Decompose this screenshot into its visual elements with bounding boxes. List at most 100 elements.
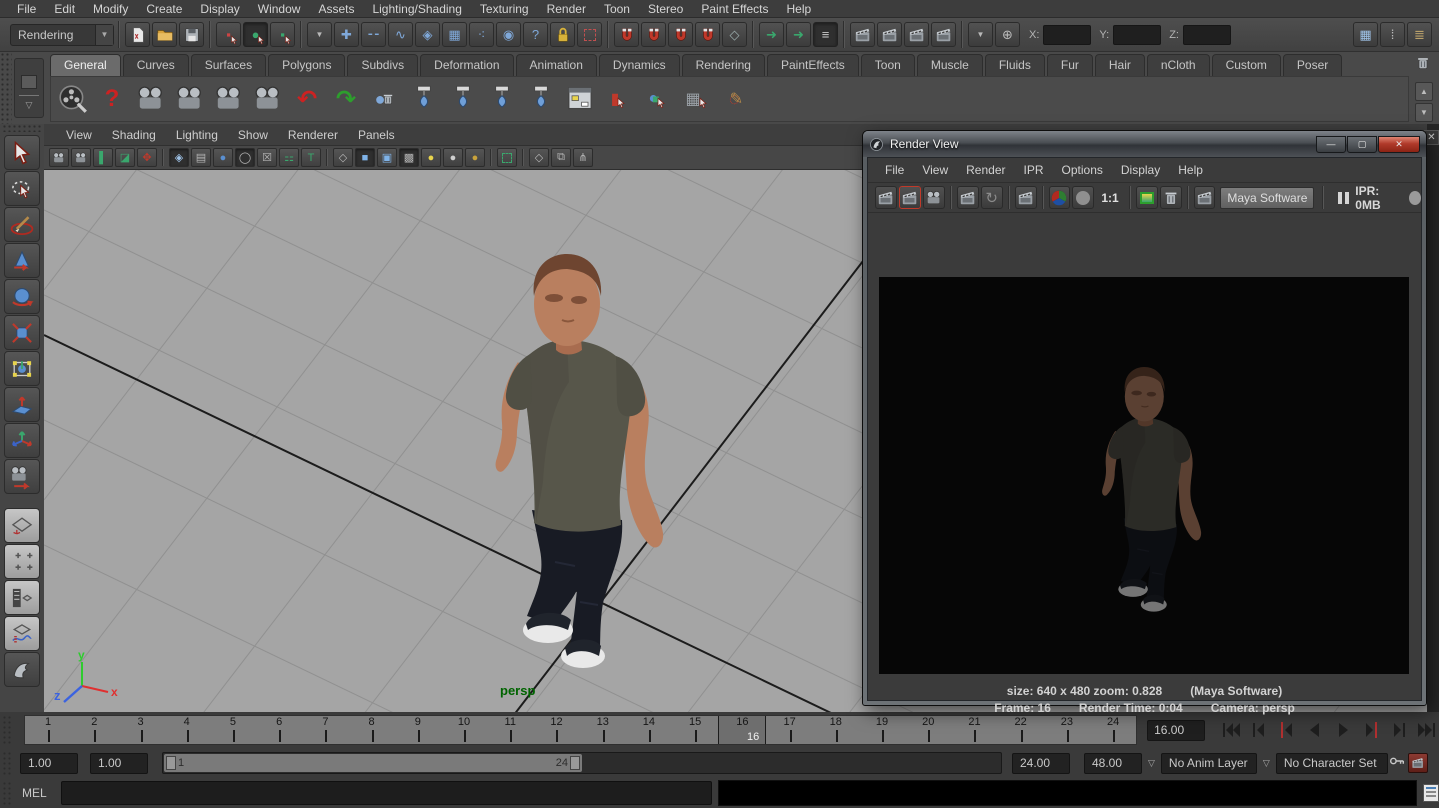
help-icon[interactable]: ? [94, 79, 130, 119]
save-scene-button[interactable] [179, 22, 204, 47]
xray-mode-button[interactable]: ◇ [529, 148, 549, 167]
point-light-icon[interactable] [406, 79, 442, 119]
snap-to-curve-button[interactable] [641, 22, 666, 47]
safe-title-button[interactable]: T [301, 148, 321, 167]
menu-edit[interactable]: Edit [45, 0, 84, 18]
mask-deformations-button[interactable]: ▦ [442, 22, 467, 47]
selection-mask-dropdown[interactable]: ▼ [307, 22, 332, 47]
render-settings-button[interactable] [931, 22, 956, 47]
last-tool-used-button[interactable] [4, 459, 40, 494]
menu-toon[interactable]: Toon [595, 0, 639, 18]
camera-rotate-icon[interactable] [133, 79, 169, 119]
go-to-start-button[interactable] [1219, 719, 1243, 741]
frame-cell[interactable]: 4 [164, 716, 210, 744]
y-coord-input[interactable] [1113, 25, 1161, 45]
playback-range-bar[interactable]: 1 24 [164, 754, 582, 772]
select-shaded-object-icon[interactable]: ●■ [640, 79, 676, 119]
shelf-tab-toon[interactable]: Toon [861, 54, 915, 76]
shelf-tab-dynamics[interactable]: Dynamics [599, 54, 680, 76]
new-scene-button[interactable] [125, 22, 150, 47]
shelf-tab-polygons[interactable]: Polygons [268, 54, 345, 76]
menu-set-selector[interactable]: Rendering ▼ [10, 24, 114, 46]
make-live-button[interactable]: ◇ [722, 22, 747, 47]
outliner-persp-layout-button[interactable] [4, 580, 40, 615]
menu-create[interactable]: Create [137, 0, 191, 18]
mel-command-input[interactable] [61, 781, 712, 805]
menu-lighting-shading[interactable]: Lighting/Shading [363, 0, 470, 18]
output-connections-button[interactable]: ➜ [786, 22, 811, 47]
frame-cell[interactable]: 24 [1090, 716, 1136, 744]
frame-cell[interactable]: 3 [117, 716, 163, 744]
frame-cell[interactable]: 10 [441, 716, 487, 744]
frame-cell[interactable]: 15 [672, 716, 718, 744]
mel-mode-label[interactable]: MEL [22, 786, 47, 800]
select-by-hierarchy-button[interactable]: ▪ [216, 22, 241, 47]
menu-file[interactable]: File [8, 0, 45, 18]
renderer-selector[interactable]: Maya Software [1220, 187, 1314, 209]
frame-cell[interactable]: 14 [626, 716, 672, 744]
range-slider-track[interactable]: 1 24 [162, 752, 1002, 774]
menu-window[interactable]: Window [249, 0, 310, 18]
rv-menu-render[interactable]: Render [957, 163, 1014, 177]
chevron-down-icon[interactable]: ▽ [1263, 758, 1270, 769]
frame-cell[interactable]: 11 [487, 716, 533, 744]
open-render-settings-button[interactable] [1194, 186, 1216, 209]
keep-image-button[interactable] [1136, 186, 1158, 209]
frame-cell[interactable]: 5 [210, 716, 256, 744]
move-tool-button[interactable] [4, 243, 40, 278]
textured-light-button[interactable]: ● [465, 148, 485, 167]
camera-tumble-icon[interactable] [250, 79, 286, 119]
animation-end-field[interactable]: 48.00 [1084, 753, 1142, 774]
frame-cell[interactable]: 1 [25, 716, 71, 744]
display-real-size-button[interactable]: 1:1 [1101, 191, 1118, 205]
paint-selection-tool-button[interactable] [4, 207, 40, 242]
grid-toggle-button[interactable]: ◈ [169, 148, 189, 167]
safe-action-button[interactable]: ⚏ [279, 148, 299, 167]
mask-rendering-button[interactable]: ◉ [496, 22, 521, 47]
x-coord-input[interactable] [1043, 25, 1091, 45]
frame-cell[interactable]: 13 [580, 716, 626, 744]
soft-modification-tool-button[interactable] [4, 387, 40, 422]
menu-render[interactable]: Render [538, 0, 595, 18]
select-by-object-button[interactable]: ● [243, 22, 268, 47]
display-alpha-channel-button[interactable] [1072, 186, 1094, 209]
scale-tool-button[interactable] [4, 315, 40, 350]
current-time-field[interactable]: 16.00 [1147, 720, 1205, 741]
frame-cell[interactable]: 21 [951, 716, 997, 744]
spot-light-icon[interactable] [445, 79, 481, 119]
time-slider[interactable]: 1 2 3 4 5 6 7 8 9 10 11 12 13 14 15 1616… [24, 715, 1137, 745]
viewport-menu-view[interactable]: View [56, 128, 102, 142]
universal-manipulator-button[interactable] [4, 351, 40, 386]
lock-selection-button[interactable] [550, 22, 575, 47]
play-forwards-button[interactable] [1331, 719, 1355, 741]
rv-menu-help[interactable]: Help [1169, 163, 1212, 177]
display-rgb-channels-button[interactable] [1049, 186, 1071, 209]
mask-joints-button[interactable]: ⁃⁃ [361, 22, 386, 47]
mask-misc-button[interactable]: ? [523, 22, 548, 47]
range-start-handle[interactable] [166, 756, 176, 770]
input-connections-button[interactable]: ➜ [759, 22, 784, 47]
shelf-tab-poser[interactable]: Poser [1283, 54, 1342, 76]
viewport-menu-lighting[interactable]: Lighting [166, 128, 228, 142]
character-set-selector[interactable]: No Character Set [1276, 753, 1388, 774]
ipr-render-button[interactable] [904, 22, 929, 47]
auto-keyframe-toggle[interactable] [1408, 753, 1428, 773]
field-chart-button[interactable]: ☒ [257, 148, 277, 167]
toolbox-grip[interactable] [2, 124, 42, 132]
construction-history-toggle[interactable]: ≡ [813, 22, 838, 47]
minimize-button[interactable]: — [1316, 136, 1346, 153]
step-forward-frame-button[interactable] [1387, 719, 1411, 741]
separate-panes-button[interactable]: ⧉ [551, 148, 571, 167]
single-pane-layout-button[interactable] [4, 508, 40, 543]
directional-light-icon[interactable] [484, 79, 520, 119]
channel-box-toggle[interactable]: ≣ [1407, 22, 1432, 47]
multi-pane-share-button[interactable]: ⋔ [573, 148, 593, 167]
frame-cell[interactable]: 9 [395, 716, 441, 744]
snap-to-plane-button[interactable] [695, 22, 720, 47]
hypershade-bird-button[interactable] [4, 652, 40, 687]
tool-settings-toggle[interactable]: ⁞ [1380, 22, 1405, 47]
shelf-tab-ncloth[interactable]: nCloth [1147, 54, 1210, 76]
camera-track-icon[interactable] [172, 79, 208, 119]
image-plane-button[interactable]: ◪ [115, 148, 135, 167]
open-scene-button[interactable] [152, 22, 177, 47]
